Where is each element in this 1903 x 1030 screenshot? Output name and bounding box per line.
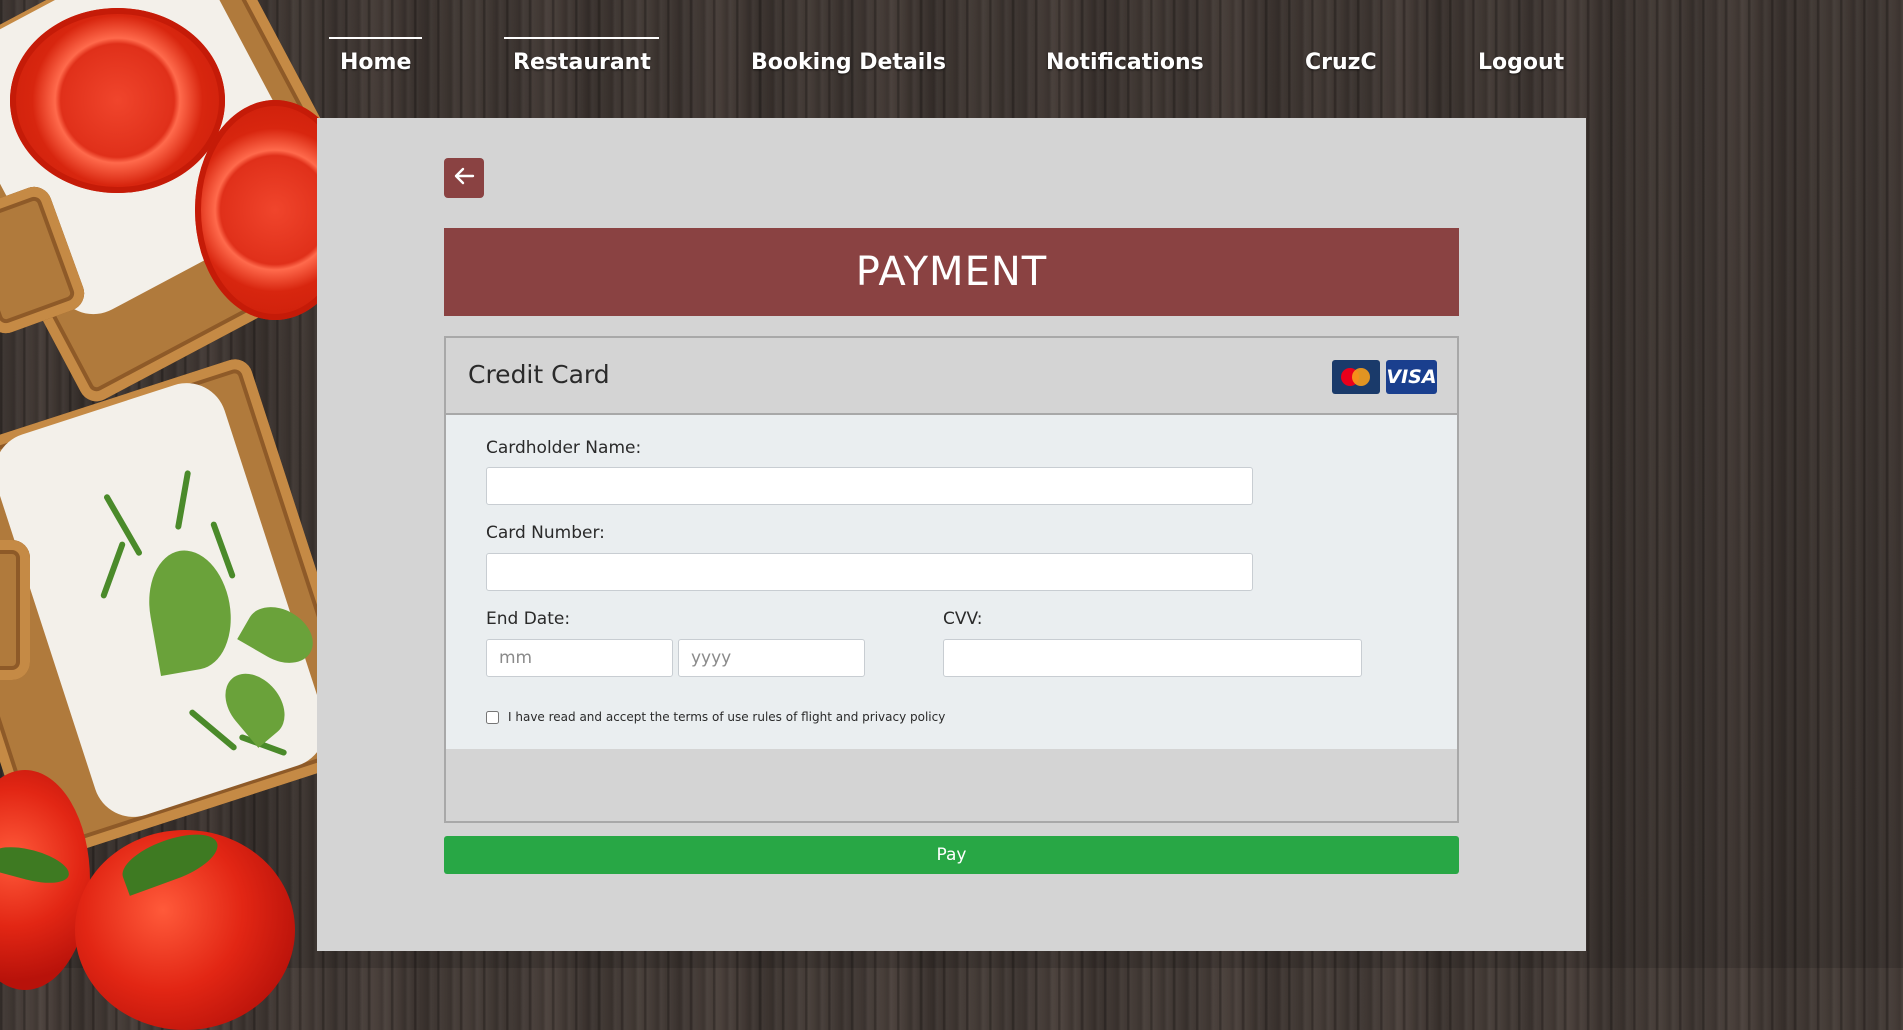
nav-restaurant-link[interactable]: Restaurant bbox=[513, 50, 651, 75]
mastercard-icon bbox=[1332, 360, 1380, 394]
cvv-label: CVV: bbox=[943, 609, 983, 629]
credit-card-header: Credit Card VISA bbox=[446, 338, 1457, 415]
nav-home-link[interactable]: Home bbox=[340, 50, 411, 75]
nav-booking-details-link[interactable]: Booking Details bbox=[751, 50, 946, 75]
expiry-year-input[interactable] bbox=[678, 639, 865, 677]
visa-icon: VISA bbox=[1386, 360, 1437, 394]
payment-form: Cardholder Name: Card Number: End Date: … bbox=[446, 415, 1457, 749]
nav-underline-home bbox=[329, 37, 422, 39]
back-button[interactable] bbox=[444, 158, 484, 198]
nav-notifications-link[interactable]: Notifications bbox=[1046, 50, 1204, 75]
arrow-left-icon bbox=[453, 167, 475, 189]
credit-card-panel: Credit Card VISA Cardholder Name: Card N… bbox=[444, 336, 1459, 823]
end-date-label: End Date: bbox=[486, 609, 571, 629]
card-number-label: Card Number: bbox=[486, 523, 605, 543]
pay-button[interactable]: Pay bbox=[444, 836, 1459, 874]
nav-logout-link[interactable]: Logout bbox=[1478, 50, 1564, 75]
terms-checkbox[interactable] bbox=[486, 711, 499, 724]
nav-underline-restaurant bbox=[504, 37, 659, 39]
credit-card-title: Credit Card bbox=[468, 360, 610, 389]
cardholder-name-input[interactable] bbox=[486, 467, 1253, 505]
terms-text: I have read and accept the terms of use … bbox=[508, 710, 946, 724]
page-title: PAYMENT bbox=[855, 249, 1048, 295]
cvv-input[interactable] bbox=[943, 639, 1362, 677]
top-nav: Home Restaurant Booking Details Notifica… bbox=[0, 0, 1903, 110]
expiry-month-input[interactable] bbox=[486, 639, 673, 677]
card-number-input[interactable] bbox=[486, 553, 1253, 591]
nav-user-link[interactable]: CruzC bbox=[1305, 50, 1377, 75]
payment-header: PAYMENT bbox=[444, 228, 1459, 316]
cardholder-name-label: Cardholder Name: bbox=[486, 438, 642, 458]
